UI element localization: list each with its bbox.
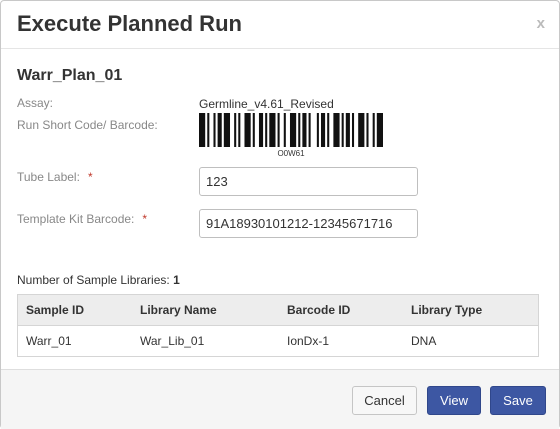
run-barcode: O0W61 (199, 113, 383, 158)
tube-label-input[interactable] (199, 167, 418, 196)
cell-sample-id: Warr_01 (17, 325, 132, 357)
cancel-button[interactable]: Cancel (352, 386, 417, 415)
cell-barcode-id: IonDx-1 (279, 325, 403, 357)
execute-planned-run-dialog: Execute Planned Run x Warr_Plan_01 Assay… (0, 0, 560, 429)
sample-libraries-table: Sample ID Library Name Barcode ID Librar… (17, 294, 539, 357)
required-marker: * (142, 212, 148, 226)
column-sample-id[interactable]: Sample ID (17, 294, 132, 326)
dialog-footer: Cancel View Save (1, 369, 559, 429)
column-library-name[interactable]: Library Name (132, 294, 279, 326)
assay-label: Assay: (17, 96, 54, 110)
plan-name: Warr_Plan_01 (17, 67, 123, 84)
table-row[interactable]: Warr_01 War_Lib_01 IonDx-1 DNA (17, 325, 539, 357)
assay-value: Germline_v4.61_Revised (199, 97, 334, 111)
barcode-caption: O0W61 (277, 149, 305, 158)
sample-count-value: 1 (173, 273, 180, 287)
dialog-header: Execute Planned Run x (1, 1, 559, 49)
cell-library-type: DNA (403, 325, 539, 357)
required-marker: * (87, 170, 93, 184)
table-header-row: Sample ID Library Name Barcode ID Librar… (17, 294, 539, 326)
cell-library-name: War_Lib_01 (132, 325, 279, 357)
sample-libraries-count: Number of Sample Libraries: 1 (17, 273, 180, 287)
view-button[interactable]: View (427, 386, 481, 415)
dialog-title: Execute Planned Run (17, 11, 242, 36)
tube-label: Tube Label: * (17, 170, 93, 184)
column-barcode-id[interactable]: Barcode ID (279, 294, 403, 326)
barcode-image (199, 113, 383, 147)
save-button[interactable]: Save (490, 386, 546, 415)
template-kit-barcode-input[interactable] (199, 209, 418, 238)
close-icon[interactable]: x (537, 15, 545, 32)
run-short-code-label: Run Short Code/ Barcode: (17, 118, 158, 132)
column-library-type[interactable]: Library Type (403, 294, 539, 326)
template-kit-barcode-label: Template Kit Barcode: * (17, 212, 148, 226)
